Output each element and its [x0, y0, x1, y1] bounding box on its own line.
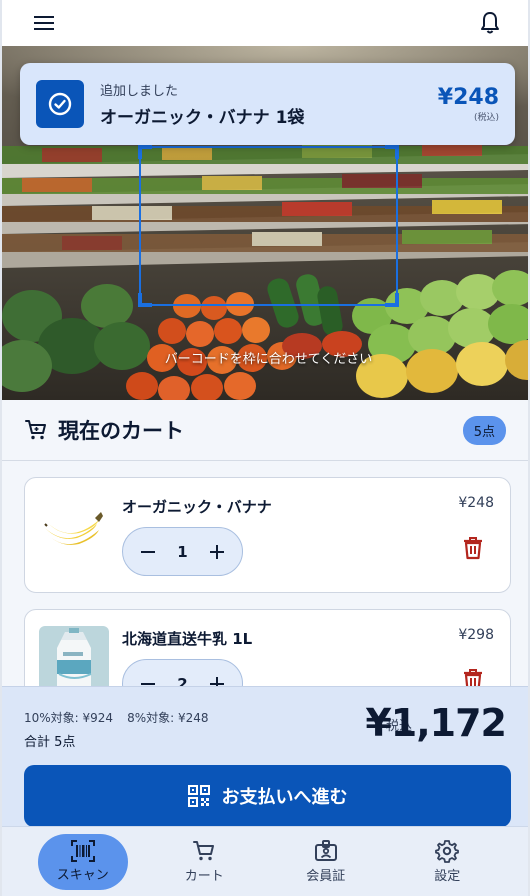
cart-count-badge: 5点: [462, 415, 506, 445]
nav-cart[interactable]: カート: [159, 834, 249, 890]
item-price: ¥298: [458, 627, 494, 643]
added-toast: 追加しました オーガニック・バナナ 1袋 ¥248 (税込): [20, 63, 515, 145]
cart-item: オーガニック・バナナ ¥248 1: [24, 477, 511, 593]
toast-tax-note: (税込): [473, 113, 499, 123]
nav-scan[interactable]: スキャン: [37, 833, 128, 890]
item-count: 合計 5点: [24, 735, 76, 750]
app-root: 追加しました オーガニック・バナナ 1袋 ¥248 (税込) バーコードを枠に合…: [0, 0, 530, 896]
item-name: オーガニック・バナナ: [122, 498, 272, 516]
cart-title: 現在のカート: [58, 419, 184, 443]
menu-icon[interactable]: [30, 9, 58, 37]
nav-settings-label: 設定: [434, 869, 461, 884]
banana-image: [39, 494, 109, 560]
tax-10-amount: 10%対象: ¥924: [24, 711, 114, 725]
toast-product-name: オーガニック・バナナ 1袋: [100, 108, 305, 128]
milk-carton-image: [39, 626, 109, 686]
plus-icon[interactable]: [208, 543, 226, 561]
tax-breakdown: 10%対象: ¥924 8%対象: ¥248: [24, 709, 209, 726]
nav-scan-label: スキャン: [56, 868, 109, 883]
plus-icon[interactable]: [208, 675, 226, 686]
cart-item: 北海道直送牛乳 1L ¥298 2: [24, 609, 511, 686]
top-bar: [2, 0, 528, 46]
cart-header: 現在のカート 5点: [2, 400, 528, 461]
scan-frame: [138, 145, 399, 307]
barcode-scan-icon: [70, 840, 95, 862]
nav-cart-label: カート: [184, 869, 224, 884]
trash-icon[interactable]: [462, 536, 484, 560]
item-quantity: 2: [177, 674, 188, 687]
gear-icon: [435, 840, 460, 863]
cart-icon: [193, 841, 215, 861]
quantity-stepper: 2: [122, 659, 243, 686]
cart-icon: [25, 420, 46, 440]
scan-hint: バーコードを枠に合わせてください: [164, 352, 373, 367]
quantity-stepper: 1: [122, 527, 243, 576]
qr-code-icon: [187, 785, 210, 807]
checkout-button[interactable]: お支払いへ進む: [24, 765, 511, 827]
minus-icon[interactable]: [139, 675, 157, 687]
toast-subtitle: 追加しました: [100, 84, 179, 99]
cart-list[interactable]: オーガニック・バナナ ¥248 1 北海道直送牛乳 1L ¥298 2: [2, 462, 528, 686]
order-summary: 10%対象: ¥924 8%対象: ¥248 合計 5点 税込 ¥1,172 お支…: [2, 686, 528, 827]
nav-settings[interactable]: 設定: [402, 834, 492, 890]
toast-price: ¥248: [437, 85, 499, 110]
tax-8-amount: 8%対象: ¥248: [127, 711, 209, 725]
nav-member-card-label: 会員証: [306, 869, 346, 884]
total-amount: ¥1,172: [365, 701, 507, 745]
bell-icon[interactable]: [476, 9, 504, 37]
checkout-button-label: お支払いへ進む: [221, 787, 348, 808]
trash-icon[interactable]: [462, 668, 484, 686]
bottom-navigation: スキャン カート 会員証 設定: [2, 826, 528, 896]
item-price: ¥248: [458, 495, 494, 511]
minus-icon[interactable]: [139, 543, 157, 561]
nav-member-card[interactable]: 会員証: [281, 834, 371, 890]
check-circle-icon: [36, 80, 84, 128]
member-card-icon: [314, 840, 337, 861]
item-name: 北海道直送牛乳 1L: [122, 630, 253, 648]
item-quantity: 1: [177, 542, 188, 561]
